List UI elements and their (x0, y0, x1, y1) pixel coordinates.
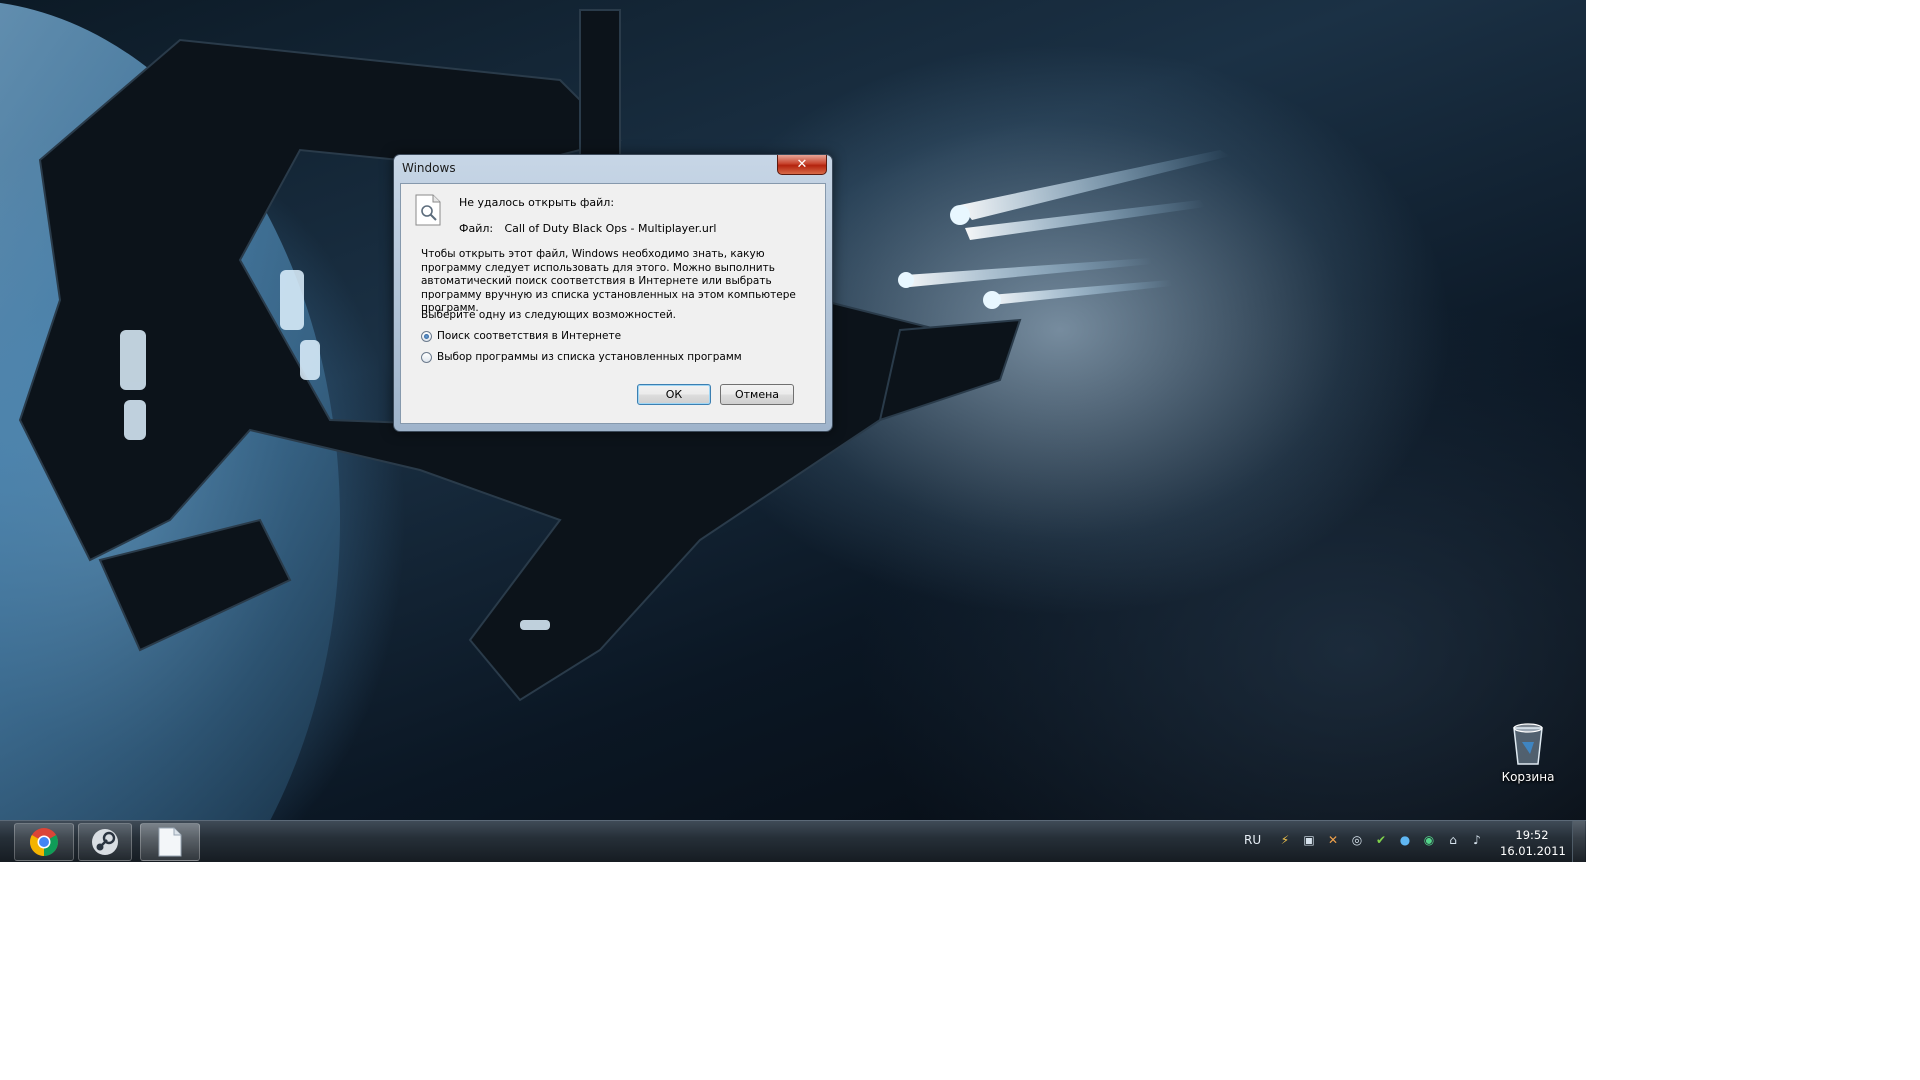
printer-icon[interactable]: ▣ (1300, 831, 1318, 849)
document-icon (158, 827, 182, 857)
green-icon[interactable]: ◉ (1420, 831, 1438, 849)
clock[interactable]: 19:52 16.01.2011 (1500, 827, 1566, 859)
open-with-dialog: Windows ✕ Не удалось открыть файл: Файл:… (393, 154, 833, 432)
unknown-file-icon (415, 194, 441, 226)
show-desktop-button[interactable] (1572, 821, 1585, 862)
file-row: Файл: Call of Duty Black Ops - Multiplay… (459, 222, 717, 235)
bolt-icon[interactable]: ● (1396, 831, 1414, 849)
taskbar-steam-button[interactable] (78, 823, 132, 861)
chrome-icon (30, 828, 58, 856)
option-select-program-label: Выбор программы из списка установленных … (437, 351, 742, 363)
x-icon[interactable]: ✕ (1324, 831, 1342, 849)
dialog-title: Windows (402, 161, 456, 175)
ok-button[interactable]: ОК (637, 384, 711, 405)
recycle-bin[interactable]: Корзина (1488, 720, 1568, 784)
speaker-icon[interactable]: ♪ (1468, 831, 1486, 849)
taskbar-chrome-button[interactable] (14, 823, 74, 861)
close-icon: ✕ (796, 157, 808, 172)
taskbar-document-button[interactable] (140, 823, 200, 861)
cancel-button[interactable]: Отмена (720, 384, 794, 405)
choose-prompt: Выберите одну из следующих возможностей. (421, 309, 676, 321)
dialog-heading: Не удалось открыть файл: (459, 196, 615, 209)
radio-search-web[interactable] (421, 330, 432, 342)
steam-icon (92, 829, 118, 855)
option-search-web[interactable]: Поиск соответствия в Интернете (421, 330, 621, 342)
clock-time: 19:52 (1515, 828, 1549, 842)
recycle-bin-label: Корзина (1501, 770, 1555, 784)
file-name: Call of Duty Black Ops - Multiplayer.url (504, 222, 717, 235)
option-select-program[interactable]: Выбор программы из списка установленных … (421, 351, 742, 363)
option-search-web-label: Поиск соответствия в Интернете (437, 330, 622, 342)
recycle-bin-icon (1510, 720, 1546, 766)
language-indicator[interactable]: RU (1244, 833, 1261, 847)
dialog-client: Не удалось открыть файл: Файл: Call of D… (400, 183, 826, 424)
close-button[interactable]: ✕ (777, 155, 827, 175)
file-label: Файл: (459, 222, 494, 235)
steam-tray-icon[interactable]: ◎ (1348, 831, 1366, 849)
system-tray: ⚡ ▣ ✕ ◎ ✔ ● ◉ ⌂ ♪ (1276, 831, 1486, 849)
network-icon[interactable]: ⌂ (1444, 831, 1462, 849)
shield-green-icon[interactable]: ✔ (1372, 831, 1390, 849)
clock-date: 16.01.2011 (1500, 844, 1566, 858)
desktop[interactable]: Корзина Windows ✕ Не удалось открыть фай… (0, 0, 1586, 862)
blank-area-bottom (0, 862, 1920, 1080)
lightning-icon[interactable]: ⚡ (1276, 831, 1294, 849)
radio-select-program[interactable] (421, 351, 432, 363)
dialog-description: Чтобы открыть этот файл, Windows необход… (421, 248, 796, 314)
taskbar: RU ⚡ ▣ ✕ ◎ ✔ ● ◉ ⌂ ♪ 19:52 16.01.2011 (0, 820, 1586, 862)
